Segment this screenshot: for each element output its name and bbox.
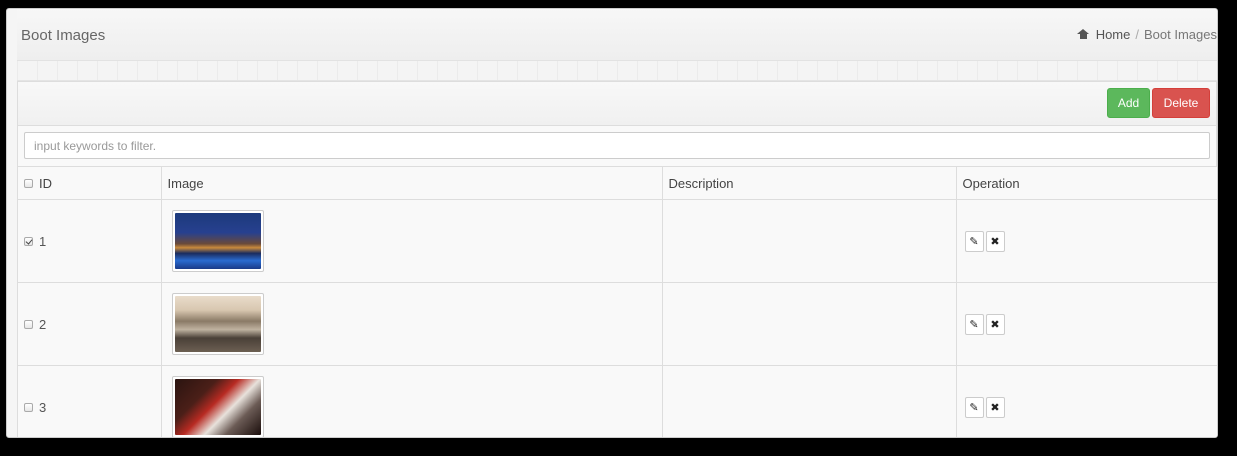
- row-image-cell: [161, 365, 663, 437]
- row-checkbox[interactable]: [24, 319, 33, 329]
- add-button[interactable]: Add: [1107, 88, 1150, 118]
- pencil-icon: ✎: [969, 235, 979, 248]
- resort-pool-night-image: [174, 213, 261, 269]
- row-description: [662, 199, 957, 283]
- image-thumbnail[interactable]: [171, 376, 264, 437]
- column-header-image: Image: [161, 166, 663, 200]
- row-checkbox[interactable]: [24, 236, 33, 246]
- app-window: Boot Images Home / Boot Images Add Delet…: [6, 8, 1218, 438]
- remove-button[interactable]: ✖: [985, 396, 1005, 418]
- row-id: 3: [39, 399, 47, 415]
- home-icon[interactable]: [1076, 29, 1089, 40]
- hotel-room-image: [174, 296, 261, 352]
- dining-table-image: [174, 379, 261, 436]
- row-id: 1: [39, 233, 47, 249]
- select-all-checkbox[interactable]: [24, 178, 33, 188]
- edit-button[interactable]: ✎: [964, 313, 984, 335]
- close-icon: ✖: [990, 235, 1000, 248]
- row-operation-cell: ✎ ✖: [956, 282, 1217, 366]
- table-row: 1 ✎ ✖: [18, 199, 1217, 283]
- table-row: 3 ✎ ✖: [18, 365, 1217, 437]
- table-header-row: ID Image Description Operation: [18, 166, 1217, 200]
- pencil-icon: ✎: [969, 318, 979, 331]
- breadcrumb-separator: /: [1135, 27, 1139, 42]
- pencil-icon: ✎: [969, 401, 979, 414]
- breadcrumb-home[interactable]: Home: [1096, 27, 1131, 42]
- column-header-operation: Operation: [956, 166, 1217, 200]
- image-thumbnail[interactable]: [171, 210, 264, 272]
- row-image-cell: [161, 199, 663, 283]
- column-header-description: Description: [662, 166, 957, 200]
- header-divider: [17, 61, 1217, 81]
- images-panel: Add Delete ID Image Description Operatio…: [17, 81, 1217, 437]
- row-id: 2: [39, 316, 47, 332]
- filter-bar: [18, 126, 1216, 166]
- row-id-cell: 2: [18, 282, 162, 366]
- filter-input[interactable]: [24, 132, 1210, 159]
- remove-button[interactable]: ✖: [985, 230, 1005, 252]
- row-operation-cell: ✎ ✖: [956, 365, 1217, 437]
- delete-button[interactable]: Delete: [1152, 88, 1210, 118]
- image-thumbnail[interactable]: [171, 293, 264, 355]
- close-icon: ✖: [990, 318, 1000, 331]
- edit-button[interactable]: ✎: [964, 396, 984, 418]
- toolbar: Add Delete: [18, 82, 1216, 126]
- row-description: [662, 282, 957, 366]
- edit-button[interactable]: ✎: [964, 230, 984, 252]
- images-table: ID Image Description Operation 1 ✎ ✖ 2 ✎…: [18, 166, 1217, 437]
- page-title: Boot Images: [21, 27, 106, 44]
- remove-button[interactable]: ✖: [985, 313, 1005, 335]
- row-operation-cell: ✎ ✖: [956, 199, 1217, 283]
- row-description: [662, 365, 957, 437]
- row-image-cell: [161, 282, 663, 366]
- breadcrumb: Home / Boot Images: [1076, 27, 1217, 42]
- row-checkbox[interactable]: [24, 402, 33, 412]
- breadcrumb-current: Boot Images: [1144, 27, 1217, 42]
- close-icon: ✖: [990, 401, 1000, 414]
- row-id-cell: 1: [18, 199, 162, 283]
- column-header-id: ID: [18, 166, 162, 200]
- row-id-cell: 3: [18, 365, 162, 437]
- column-label-id: ID: [39, 175, 52, 191]
- table-row: 2 ✎ ✖: [18, 282, 1217, 366]
- page-header: Boot Images Home / Boot Images: [17, 9, 1217, 61]
